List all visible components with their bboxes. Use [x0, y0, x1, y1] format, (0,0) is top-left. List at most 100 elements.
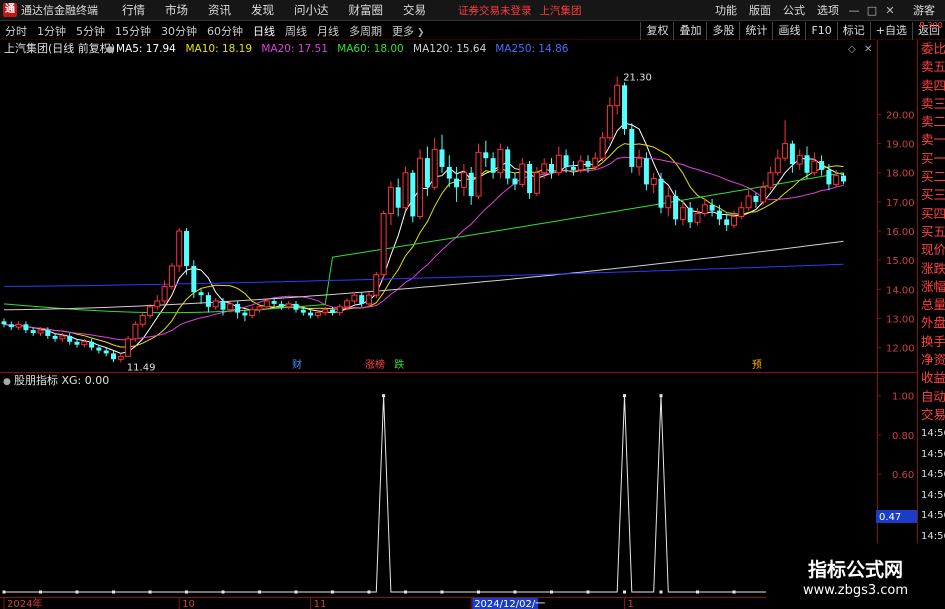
- side-item[interactable]: 自动: [918, 388, 945, 406]
- date-label: 1: [628, 599, 634, 609]
- indicator-point: [75, 590, 79, 594]
- candle-body-up: [285, 303, 292, 308]
- candle-body-down: [30, 330, 36, 334]
- tool-multi-stock[interactable]: 多股: [706, 21, 739, 40]
- period-15min[interactable]: 15分钟: [110, 23, 156, 39]
- candle-body-up: [256, 306, 263, 311]
- period-1min[interactable]: 1分钟: [32, 23, 71, 39]
- menu-formula[interactable]: 公式: [777, 2, 811, 18]
- indicator-tick-label: 0.60: [892, 470, 914, 481]
- price-tick-label: 15.00: [886, 256, 915, 267]
- menu-options[interactable]: 选项: [811, 2, 845, 18]
- event-mark[interactable]: 财: [292, 358, 302, 371]
- header-dropdown-icon[interactable]: ●: [106, 45, 114, 55]
- menu-ask[interactable]: 问小达: [284, 2, 339, 18]
- login-warning[interactable]: 证券交易未登录: [458, 3, 532, 18]
- price-tick-label: 17.00: [886, 198, 915, 209]
- tool-draw-line[interactable]: 画线: [772, 21, 805, 40]
- close-icon[interactable]: ✕: [881, 4, 899, 17]
- side-trade-time: 14:56: [921, 489, 945, 501]
- kline-chart[interactable]: 上汽集团(日线 前复权) ● MA5: 17.94 MA10: 18.19 MA20…: [0, 40, 917, 609]
- candle-body-up: [351, 294, 358, 302]
- user-guest[interactable]: 游客: [913, 2, 935, 18]
- tool-mark[interactable]: 标记: [836, 21, 870, 40]
- period-5min[interactable]: 5分钟: [71, 23, 110, 39]
- maximize-icon[interactable]: □: [863, 4, 881, 17]
- menu-news[interactable]: 资讯: [198, 2, 241, 18]
- indicator-point: [185, 590, 188, 594]
- candle-body-down: [67, 335, 73, 342]
- menu-wealth-circle[interactable]: 财富圈: [339, 2, 394, 18]
- ma-line-ma5: [3, 122, 844, 354]
- side-trade-time: 14:56: [921, 448, 945, 460]
- event-mark[interactable]: 涨榜: [365, 358, 385, 371]
- menu-trade[interactable]: 交易: [393, 2, 436, 18]
- candle-body-down: [359, 295, 365, 304]
- candle-body-down: [8, 324, 14, 328]
- candle-body-up: [774, 157, 781, 174]
- event-markers[interactable]: 财 涨榜跌 预: [292, 358, 762, 371]
- side-item: 涨幅: [921, 278, 945, 294]
- side-item: 换手: [921, 333, 945, 349]
- tool-adjust[interactable]: 复权: [640, 21, 673, 40]
- candle-body-down: [410, 172, 416, 217]
- candle-body-up: [679, 207, 686, 220]
- side-item[interactable]: 交易: [918, 406, 945, 424]
- period-more[interactable]: 更多 ❯: [387, 23, 430, 39]
- minimize-icon[interactable]: —: [845, 4, 863, 17]
- period-30min[interactable]: 30分钟: [156, 23, 202, 39]
- period-monthly[interactable]: 月线: [312, 23, 344, 39]
- tool-f10[interactable]: F10: [805, 21, 836, 40]
- candle-body-down: [490, 158, 496, 173]
- event-mark[interactable]: 预: [752, 359, 762, 371]
- period-60min[interactable]: 60分钟: [202, 23, 248, 39]
- collapse-icon[interactable]: ✕: [864, 44, 872, 55]
- side-trade-time: 14:56: [921, 428, 945, 440]
- candle-body-up: [475, 151, 482, 197]
- side-item: 委比: [921, 41, 945, 56]
- chart-header-title: 上汽集团(日线 前复权): [4, 41, 115, 55]
- price-tick-label: 12.00: [886, 344, 915, 355]
- candle-body-down: [111, 353, 116, 360]
- period-intraday[interactable]: 分时: [0, 23, 32, 39]
- side-trade-time: 14:56: [921, 510, 945, 522]
- candle-body-down: [52, 335, 58, 339]
- side-item: 净资: [921, 352, 945, 368]
- menu-function[interactable]: 功能: [709, 2, 743, 18]
- ma-line-ma120: [4, 240, 844, 311]
- candle-body-down: [103, 350, 109, 354]
- candle-body-down: [789, 143, 795, 164]
- menu-quotes[interactable]: 行情: [112, 2, 155, 18]
- candle-body-down: [483, 152, 489, 159]
- tool-add-watchlist[interactable]: +自选: [869, 21, 912, 40]
- event-mark[interactable]: 跌: [394, 358, 404, 371]
- menu-market[interactable]: 市场: [155, 2, 198, 18]
- watermark: 指标公式网 www.zbgs3.com: [766, 543, 945, 609]
- watermark-title: 指标公式网: [807, 559, 903, 581]
- diamond-icon[interactable]: ◇: [848, 44, 856, 55]
- candle-body-down: [709, 204, 715, 211]
- candle-body-up: [336, 306, 343, 314]
- menu-layout[interactable]: 版面: [743, 2, 777, 18]
- candle-body-down: [308, 312, 314, 316]
- ma-label-0: MA5: 17.94: [116, 43, 176, 55]
- period-multi[interactable]: 多周期: [344, 23, 387, 39]
- tool-statistics[interactable]: 统计: [739, 21, 772, 40]
- ma-label-3: MA60: 18.00: [337, 43, 404, 55]
- high-price-label: 21.30: [623, 73, 652, 84]
- price-tick-label: 13.00: [886, 314, 915, 325]
- sub-header-icon[interactable]: ●: [3, 377, 11, 387]
- indicator-point: [513, 590, 517, 594]
- period-daily[interactable]: 日线: [248, 23, 280, 39]
- candle-body-down: [184, 231, 189, 266]
- period-weekly[interactable]: 周线: [280, 23, 312, 39]
- candle-body-up: [387, 186, 394, 215]
- candle-body-down: [424, 158, 430, 188]
- indicator-point: [440, 590, 444, 594]
- tool-overlay[interactable]: 叠加: [673, 21, 706, 40]
- indicator-point: [623, 590, 626, 594]
- candle-body-down: [753, 196, 759, 202]
- menu-discover[interactable]: 发现: [241, 2, 284, 18]
- candle-body-down: [235, 303, 241, 313]
- candle-body-down: [96, 347, 102, 351]
